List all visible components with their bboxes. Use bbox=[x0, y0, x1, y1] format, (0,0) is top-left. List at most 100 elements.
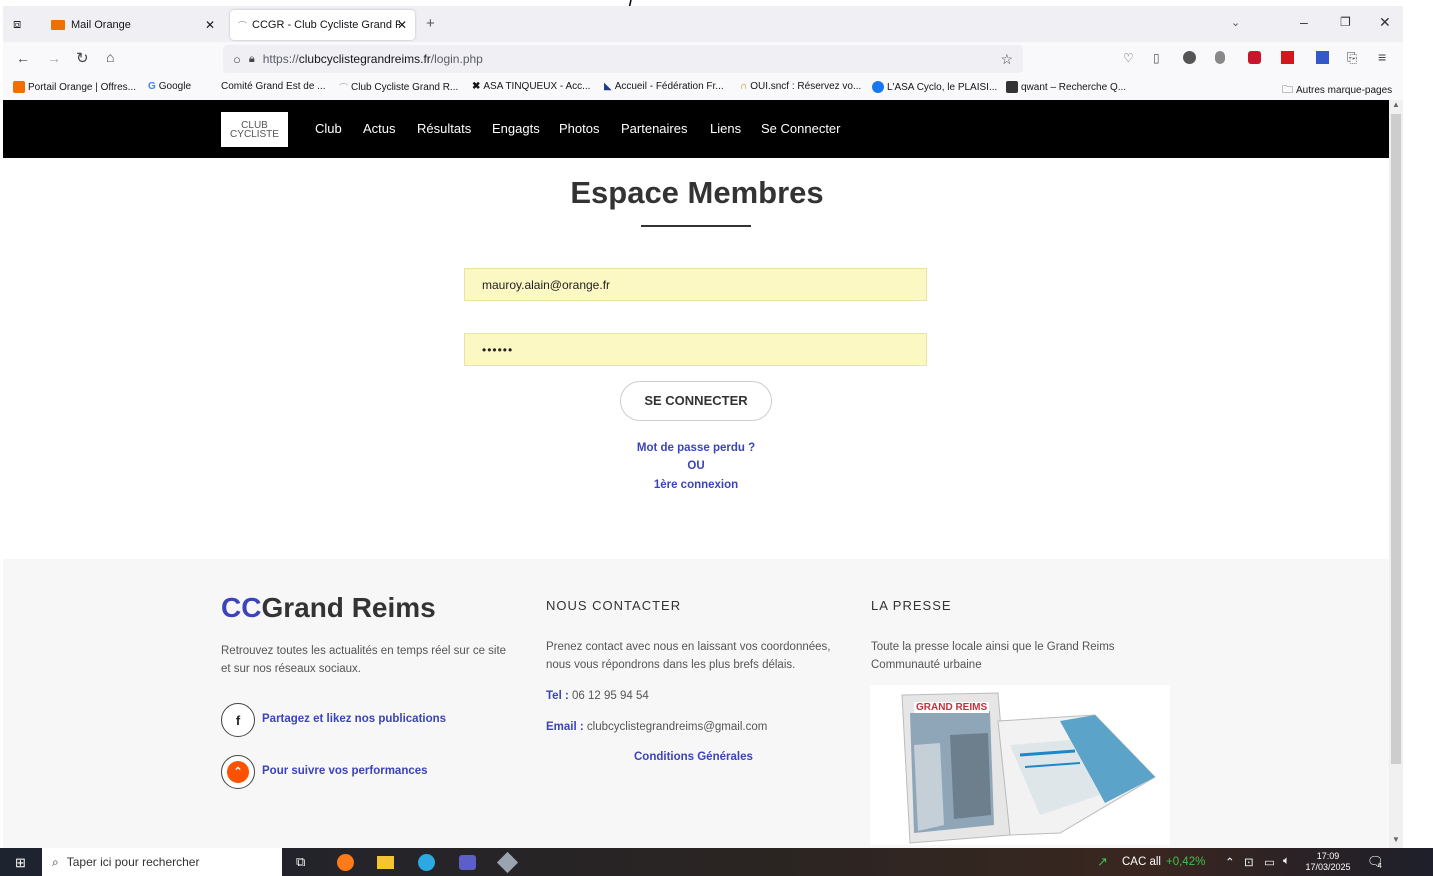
clock[interactable]: 17:09 17/03/2025 bbox=[1305, 851, 1351, 873]
email-field[interactable]: mauroy.alain@orange.fr bbox=[464, 268, 927, 301]
email-label: Email : bbox=[546, 721, 584, 733]
scroll-up-icon[interactable]: ▲ bbox=[1392, 100, 1400, 109]
lock-icon: 🔒︎ bbox=[248, 52, 255, 65]
bookmark-label: ASA TINQUEUX - Acc... bbox=[483, 81, 591, 92]
menu-liens[interactable]: Liens bbox=[710, 121, 741, 136]
windows-start-icon[interactable]: ⊞ bbox=[15, 855, 26, 871]
browser-nav-bar: ← → ↻ ⌂ ○ 🔒︎ https://clubcyclistegrandre… bbox=[3, 42, 1403, 76]
teams-icon[interactable] bbox=[459, 855, 476, 870]
bookmark-item[interactable]: ✖ ASA TINQUEUX - Acc... bbox=[472, 81, 590, 92]
reload-icon[interactable]: ↻ bbox=[76, 49, 89, 67]
press-magazine-image[interactable]: GRAND REIMS bbox=[870, 685, 1170, 845]
menu-club[interactable]: Club bbox=[315, 121, 342, 136]
browser-tab-bar: ⧈ Mail Orange ✕ ⌒ CCGR - Club Cycliste G… bbox=[3, 6, 1403, 42]
bookmark-item[interactable]: ∩ OUI.sncf : Réservez vo... bbox=[740, 81, 861, 92]
scroll-thumb[interactable] bbox=[1391, 114, 1401, 764]
battery-icon[interactable]: ▭ bbox=[1264, 855, 1275, 869]
tab-list-icon[interactable]: ⧈ bbox=[13, 16, 21, 32]
window-close-icon[interactable]: ✕ bbox=[1379, 14, 1391, 31]
menu-actus[interactable]: Actus bbox=[363, 121, 396, 136]
site-logo[interactable]: CLUB CYCLISTE bbox=[221, 112, 288, 147]
orange-icon bbox=[13, 81, 25, 93]
extension-red-icon[interactable] bbox=[1281, 51, 1294, 64]
first-login-link[interactable]: 1ère connexion bbox=[620, 479, 772, 491]
restore-icon[interactable]: ❐ bbox=[1340, 15, 1351, 29]
bookmark-item[interactable]: qwant – Recherche Q... bbox=[1006, 81, 1126, 93]
email-value[interactable]: clubcyclistegrandreims@gmail.com bbox=[584, 721, 767, 733]
file-explorer-icon[interactable] bbox=[377, 856, 394, 869]
close-icon[interactable]: ✕ bbox=[205, 18, 215, 32]
contact-text: Prenez contact avec nous en laissant vos… bbox=[546, 641, 831, 671]
tray-chevron-icon[interactable]: ⌃ bbox=[1225, 855, 1235, 869]
bookmark-label: OUI.sncf : Réservez vo... bbox=[750, 81, 862, 92]
bookmark-label: Accueil - Fédération Fr... bbox=[614, 81, 724, 92]
stock-name[interactable]: CAC all bbox=[1122, 856, 1161, 868]
shield-icon: ○ bbox=[233, 51, 241, 67]
back-icon[interactable]: ← bbox=[16, 50, 30, 66]
new-tab-icon[interactable]: + bbox=[426, 15, 435, 32]
contact-email: Email : clubcyclistegrandreims@gmail.com bbox=[546, 718, 767, 736]
menu-photos[interactable]: Photos bbox=[559, 121, 599, 136]
notification-count: 4 bbox=[1378, 863, 1382, 870]
windows-taskbar: ⊞ ⌕ Taper ici pour rechercher ⧉ ↗ CAC al… bbox=[0, 848, 1433, 876]
stock-change: +0,42% bbox=[1166, 856, 1206, 868]
close-icon[interactable]: ✕ bbox=[397, 18, 407, 32]
extension-q-icon[interactable] bbox=[1316, 51, 1329, 64]
bookmark-folder[interactable]: 🗀 Autres marque-pages bbox=[1282, 81, 1392, 100]
edge-icon[interactable] bbox=[418, 854, 435, 871]
app-icon[interactable] bbox=[496, 851, 519, 874]
volume-icon[interactable]: 🔈︎ bbox=[1283, 855, 1290, 868]
firefox-icon[interactable] bbox=[337, 854, 354, 871]
extension-m-icon[interactable] bbox=[1183, 51, 1196, 64]
home-icon[interactable]: ⌂ bbox=[106, 49, 114, 65]
scroll-down-icon[interactable]: ▼ bbox=[1392, 835, 1400, 844]
clock-date: 17/03/2025 bbox=[1305, 862, 1351, 872]
bookmark-label: Comité Grand Est de ... bbox=[221, 81, 326, 92]
star-icon[interactable]: ☆ bbox=[1000, 51, 1013, 68]
bookmark-item[interactable]: L'ASA Cyclo, le PLAISI... bbox=[872, 81, 997, 93]
pocket-icon[interactable]: ♡ bbox=[1123, 51, 1134, 65]
tab-label: Mail Orange bbox=[71, 19, 131, 31]
taskbar-search-input[interactable]: ⌕ Taper ici pour rechercher bbox=[42, 848, 282, 876]
bookmark-label: Portail Orange | Offres... bbox=[28, 81, 137, 93]
bookmark-item[interactable]: Comité Grand Est de ... bbox=[221, 81, 326, 92]
task-view-icon[interactable]: ⧉ bbox=[296, 854, 305, 870]
bookmark-label: Autres marque-pages bbox=[1296, 85, 1393, 96]
extension-shield-icon[interactable] bbox=[1215, 51, 1225, 64]
menu-resultats[interactable]: Résultats bbox=[417, 121, 471, 136]
brand-cc: CC bbox=[221, 592, 262, 623]
menu-partenaires[interactable]: Partenaires bbox=[621, 121, 687, 136]
forward-icon[interactable]: → bbox=[47, 50, 61, 66]
press-text: Toute la presse locale ainsi que le Gran… bbox=[871, 641, 1115, 671]
google-icon: G bbox=[148, 81, 156, 92]
conditions-link[interactable]: Conditions Générales bbox=[634, 751, 753, 763]
extensions-icon[interactable]: ⎘ bbox=[1347, 50, 1357, 66]
forgot-password-link[interactable]: Mot de passe perdu ? bbox=[620, 442, 772, 454]
strava-link[interactable]: Pour suivre vos performances bbox=[262, 765, 428, 777]
bookmark-item[interactable]: ⌒ Club Cycliste Grand R... bbox=[339, 81, 458, 94]
strava-icon[interactable]: ⌃ bbox=[221, 755, 255, 789]
sidebar-icon[interactable]: ▯ bbox=[1153, 51, 1160, 65]
menu-icon[interactable]: ≡ bbox=[1378, 49, 1386, 65]
site-favicon-icon: ⌒ bbox=[238, 20, 248, 31]
ublock-icon[interactable] bbox=[1248, 51, 1261, 64]
page-scrollbar[interactable]: ▲ ▼ bbox=[1389, 100, 1403, 848]
minimize-icon[interactable]: – bbox=[1300, 14, 1308, 30]
bookmark-item[interactable]: Portail Orange | Offres... bbox=[13, 81, 136, 93]
facebook-icon[interactable]: f bbox=[221, 703, 255, 737]
bookmark-item[interactable]: ◣ Accueil - Fédération Fr... bbox=[604, 81, 724, 92]
password-field[interactable]: •••••• bbox=[464, 333, 927, 366]
tab-ccgr[interactable]: ⌒ CCGR - Club Cycliste Grand Rei ✕ bbox=[230, 10, 415, 40]
qwant-icon bbox=[1006, 81, 1018, 93]
facebook-link[interactable]: Partagez et likez nos publications bbox=[262, 713, 446, 725]
password-value: •••••• bbox=[482, 342, 514, 357]
tab-mail-orange[interactable]: Mail Orange ✕ bbox=[43, 10, 223, 40]
network-icon[interactable]: ⊡ bbox=[1244, 855, 1254, 869]
bookmark-item[interactable]: G Google bbox=[148, 81, 191, 92]
menu-engagts[interactable]: Engagts bbox=[492, 121, 540, 136]
menu-se-connecter[interactable]: Se Connecter bbox=[761, 121, 841, 136]
facebook-icon bbox=[872, 81, 884, 93]
url-bar[interactable]: ○ 🔒︎ https://clubcyclistegrandreims.fr/l… bbox=[223, 45, 1023, 73]
connect-button[interactable]: SE CONNECTER bbox=[620, 381, 772, 421]
chevron-down-icon[interactable]: ⌄ bbox=[1231, 16, 1240, 29]
